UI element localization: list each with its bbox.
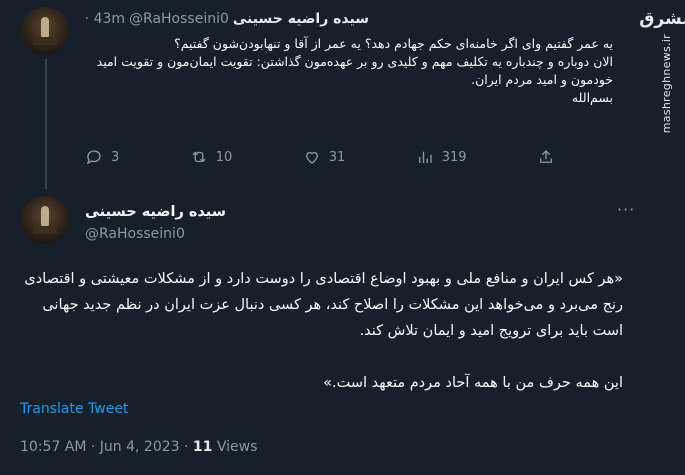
retweet-count: 10 [215,149,233,165]
tweet1-line: الان دوباره و چندباره یه تکلیف مهم و کلی… [96,54,613,69]
reply-icon [86,150,101,165]
views-count: 319 [441,149,467,165]
more-options-icon[interactable]: ··· [617,200,635,219]
reply-button[interactable]: 3 [85,148,119,166]
thread-line [45,59,47,189]
tweet2-views-count: 11 [192,439,213,455]
tweet1-line: یه عمر گفتیم وای اگر خامنه‌ای حکم جهادم … [174,36,613,51]
translate-tweet-link[interactable]: Translate Tweet [20,401,128,417]
tweet2-views-label: Views [216,439,258,455]
tweet1-time[interactable]: · 43m [85,11,125,27]
tweet1-line: بسم‌الله [571,90,613,105]
tweet1-display-name[interactable]: سیده راضیه حسینی [233,11,369,27]
reply-count: 3 [111,149,120,165]
views-icon [418,151,432,163]
share-icon [540,150,552,163]
tweet1-body: یه عمر گفتیم وای اگر خامنه‌ای حکم جهادم … [53,35,613,107]
tweet2-paragraph: «هر کس ایران و منافع ملی و بهبود اوضاع ا… [24,271,623,339]
tweet1-actions: 3 10 31 319 [85,148,555,166]
share-button[interactable] [537,148,555,166]
tweet2-paragraph: این همه حرف من با همه آحاد مردم متعهد اس… [323,375,623,391]
like-icon [305,151,318,164]
retweet-icon [192,151,206,163]
watermark-logo: مشرق [639,9,685,29]
like-button[interactable]: 31 [303,148,346,166]
watermark-url: mashreghnews.ir [659,34,673,134]
tweet2-timestamp[interactable]: 10:57 AM · Jun 4, 2023 · [20,439,188,455]
tweet2-display-name[interactable]: سیده راضیه حسینی [85,204,226,220]
tweet1-line: خودمون و امید مردم ایران. [471,72,613,87]
views-button[interactable]: 319 [416,148,467,166]
tweet2-meta: 10:57 AM · Jun 4, 2023 · 11 Views [20,439,257,455]
retweet-button[interactable]: 10 [190,148,233,166]
tweet2-body: «هر کس ایران و منافع ملی و بهبود اوضاع ا… [23,266,623,396]
watermark: مشرق mashreghnews.ir [639,0,685,475]
tweet1-handle[interactable]: @RaHosseini0 [129,11,229,27]
like-count: 31 [328,149,346,165]
tweet2-handle[interactable]: @RaHosseini0 [85,226,185,242]
avatar[interactable] [21,196,69,244]
tweet1-header: · 43m @RaHosseini0 سیده راضیه حسینی [85,11,369,27]
